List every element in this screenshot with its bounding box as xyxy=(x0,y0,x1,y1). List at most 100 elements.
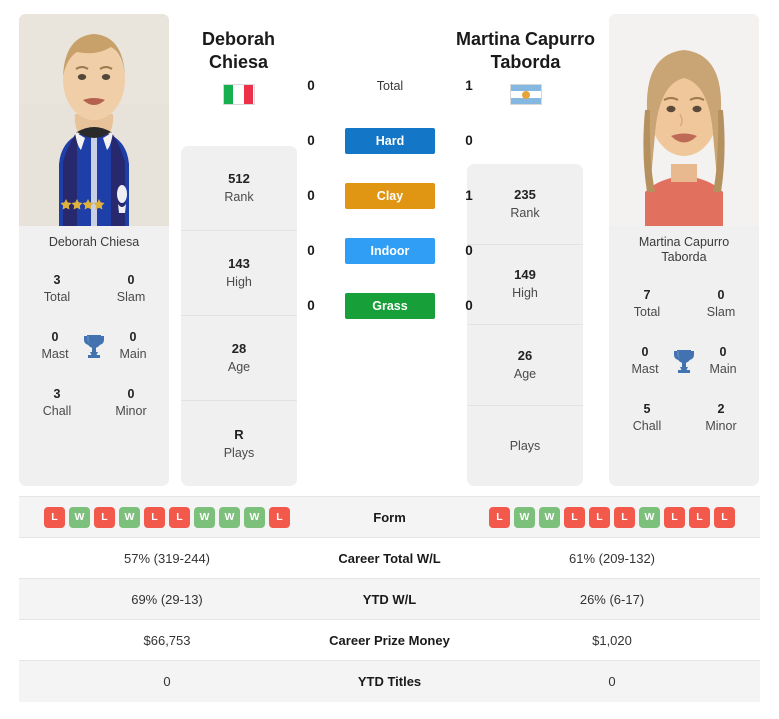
h2h-score-left: 0 xyxy=(307,188,315,203)
rank-value: 143 xyxy=(228,256,250,271)
player-photo-right xyxy=(609,14,759,226)
form-badge-win[interactable]: W xyxy=(219,506,240,528)
table-cell-left: 0 xyxy=(163,673,171,689)
rank-label: Rank xyxy=(224,190,254,204)
stat-value: 0 xyxy=(717,287,725,302)
rank-label: Rank xyxy=(510,205,540,220)
stat-label: Slam xyxy=(706,304,736,319)
stat-total-right: 7 Total xyxy=(619,287,675,321)
trophy-icon xyxy=(671,348,697,374)
h2h-score-left: 0 xyxy=(307,78,315,93)
stat-label: Slam xyxy=(116,289,146,304)
table-row: 57% (319-244) Career Total W/L 61% (209-13… xyxy=(19,537,760,579)
table-cell-right: LWWLLLWLLL xyxy=(464,497,760,538)
stat-value: 0 xyxy=(127,386,135,401)
titles-row: 0 Mast 0 Main xyxy=(19,317,169,374)
stat-value: 3 xyxy=(53,386,61,401)
titles-row: 3 Chall 0 Minor xyxy=(19,374,169,431)
form-badge-loss[interactable]: L xyxy=(44,506,65,528)
titles-row: 0 Mast 0 Main xyxy=(609,332,759,389)
form-badge-win[interactable]: W xyxy=(119,506,140,528)
stat-value: 7 xyxy=(643,287,651,302)
stat-label: Main xyxy=(119,346,147,361)
h2h-surface-label-grass[interactable]: Grass xyxy=(345,292,435,319)
rank-cell-rank-left: 512 Rank xyxy=(181,146,297,231)
table-row-label: Career Total W/L xyxy=(338,550,441,566)
stat-minor-left: 0 Minor xyxy=(103,386,159,420)
stat-chall-left: 3 Chall xyxy=(29,386,85,420)
form-badge-loss[interactable]: L xyxy=(714,506,735,528)
table-row: 0 YTD Titles 0 xyxy=(19,660,760,702)
form-badge-loss[interactable]: L xyxy=(614,506,635,528)
h2h-surface-label-total: Total xyxy=(376,78,404,93)
titles-row: 3 Total 0 Slam xyxy=(19,260,169,317)
rank-cell-age-right: 26 Age xyxy=(467,325,583,406)
stat-label: Mast xyxy=(41,346,69,361)
stat-label: Minor xyxy=(115,403,147,418)
rank-value: 149 xyxy=(514,267,536,283)
rank-label: Plays xyxy=(223,445,255,460)
stat-value: 0 xyxy=(127,272,135,287)
form-badge-win[interactable]: W xyxy=(639,506,660,528)
rank-cell-high-left: 143 High xyxy=(181,231,297,316)
form-badge-loss[interactable]: L xyxy=(564,506,585,528)
form-badge-loss[interactable]: L xyxy=(689,506,710,528)
rank-cell-rank-right: 235 Rank xyxy=(467,164,583,245)
form-badge-loss[interactable]: L xyxy=(94,506,115,528)
table-row: L W L W L L W W W L Form L W W L L L W L L L xyxy=(19,496,760,538)
stat-label: Total xyxy=(633,304,661,319)
stat-label: Chall xyxy=(632,418,662,433)
rank-cell-plays-right: Plays xyxy=(467,406,583,487)
player-name-line1: Deborah xyxy=(201,29,275,49)
h2h-surface-label-hard[interactable]: Hard xyxy=(345,127,435,154)
form-badge-win[interactable]: W xyxy=(69,506,90,528)
stat-value: 3 xyxy=(53,272,61,287)
form-strip-left: LWLWLLWWWL xyxy=(19,506,315,528)
titles-row: 5 Chall 2 Minor xyxy=(609,389,759,446)
h2h-score-right: 0 xyxy=(465,243,473,258)
stat-mast-left: 0 Mast xyxy=(29,329,81,363)
table-row-label: Form xyxy=(373,509,406,525)
form-badge-loss[interactable]: L xyxy=(144,506,165,528)
h2h-surface-label-clay[interactable]: Clay xyxy=(345,182,435,209)
h2h-score-right: 1 xyxy=(465,188,473,203)
stat-label: Total xyxy=(43,289,71,304)
form-badge-win[interactable]: W xyxy=(244,506,265,528)
h2h-score-left: 0 xyxy=(307,298,315,313)
trophy-icon xyxy=(81,333,107,359)
stat-minor-right: 2 Minor xyxy=(693,401,749,435)
player-comparison-page: Deborah Chiesa 3 Total 0 Slam 0 Mast 0 M… xyxy=(0,0,779,719)
h2h-row-hard: 0 Hard 0 xyxy=(300,113,480,168)
rank-label: Age xyxy=(513,366,537,381)
form-badge-win[interactable]: W xyxy=(514,506,535,528)
stat-value: 0 xyxy=(719,344,727,359)
comparison-stats-table: L W L W L L W W W L Form L W W L L L W L L L 57% (319-244) Car… xyxy=(19,496,760,702)
stat-value: 2 xyxy=(717,401,725,416)
h2h-row-indoor: 0 Indoor 0 xyxy=(300,223,480,278)
form-badge-loss[interactable]: L xyxy=(589,506,610,528)
rank-value: 26 xyxy=(517,347,533,363)
rank-label: Plays xyxy=(509,438,541,453)
stat-main-left: 0 Main xyxy=(107,329,159,363)
rank-column-left: 512 Rank 143 High 28 Age R Plays xyxy=(181,146,297,486)
form-badge-loss[interactable]: L xyxy=(269,506,290,528)
form-badge-win[interactable]: W xyxy=(539,506,560,528)
h2h-score-right: 0 xyxy=(465,133,473,148)
table-cell-right: 61% (209-132) xyxy=(569,550,655,566)
h2h-surface-label-indoor[interactable]: Indoor xyxy=(345,237,435,264)
form-strip-right: LWWLLLWLLL xyxy=(464,506,760,528)
rank-label: High xyxy=(226,275,252,289)
player-card-right[interactable]: Martina Capurro Taborda 7 Total 0 Slam 0 xyxy=(609,14,759,486)
form-badge-loss[interactable]: L xyxy=(489,506,510,528)
form-badge-loss[interactable]: L xyxy=(169,506,190,528)
titles-grid-right: 7 Total 0 Slam 0 Mast 0 Main 5 Chall 2 M… xyxy=(609,269,759,446)
rank-cell-plays-left: R Plays xyxy=(181,401,297,486)
table-cell-right: 0 xyxy=(608,673,616,689)
form-badge-win[interactable]: W xyxy=(194,506,215,528)
form-badge-loss[interactable]: L xyxy=(664,506,685,528)
table-cell-left: $66,753 xyxy=(143,632,191,648)
stat-label: Mast xyxy=(631,361,659,376)
stat-label: Chall xyxy=(42,403,72,418)
rank-value: 512 xyxy=(228,171,250,186)
stat-value: 0 xyxy=(51,329,59,344)
